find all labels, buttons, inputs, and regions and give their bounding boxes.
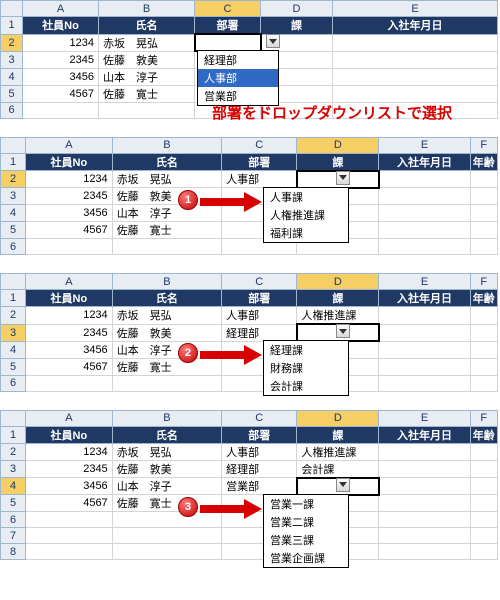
hdr-no: 社員No — [23, 17, 99, 35]
step-badge-3: 3 — [178, 497, 198, 517]
dd-opt[interactable]: 経理部 — [198, 51, 278, 69]
panel-3: ABCDEF 1社員No氏名部署課入社年月日年齢 21234赤坂 晃弘人事部人権… — [0, 273, 500, 392]
row-4[interactable]: 4 — [1, 68, 23, 85]
dropdown-button[interactable] — [336, 478, 350, 492]
row-3[interactable]: 3 — [1, 51, 23, 68]
step-badge-2: 2 — [178, 343, 198, 363]
row-5[interactable]: 5 — [1, 85, 23, 102]
dd-opt[interactable]: 財務課 — [264, 359, 348, 377]
dd-opt[interactable]: 営業企画課 — [264, 549, 348, 567]
dropdown-list-ka[interactable]: 人事課 人権推進課 福利課 — [263, 187, 349, 243]
arrow-icon — [200, 192, 262, 212]
column-headers: A B C D E — [1, 1, 498, 17]
dd-opt[interactable]: 営業二課 — [264, 513, 348, 531]
panel-4: ABCDEF 1社員No氏名部署課入社年月日年齢 21234赤坂 晃弘人事部人権… — [0, 410, 500, 561]
hdr-name: 氏名 — [99, 17, 195, 35]
dd-opt-selected[interactable]: 人事部 — [198, 69, 278, 87]
grid-3: ABCDEF 1社員No氏名部署課入社年月日年齢 21234赤坂 晃弘人事部人権… — [0, 273, 498, 392]
header-row: 1 社員No 氏名 部署 課 入社年月日 — [1, 17, 498, 35]
col-E[interactable]: E — [333, 1, 498, 17]
hdr-date: 入社年月日 — [333, 17, 498, 35]
dd-opt[interactable]: 営業一課 — [264, 495, 348, 513]
dept-cell[interactable]: 人事部 — [222, 171, 297, 188]
hdr-ka: 課 — [261, 17, 333, 35]
annotation-text: 部署をドロップダウンリストで選択 — [212, 102, 452, 123]
dropdown-button[interactable] — [336, 171, 350, 185]
dropdown-button[interactable] — [266, 34, 280, 48]
panel-2: ABCDEF 1社員No氏名部署課入社年月日年齢 21234赤坂 晃弘人事部 3… — [0, 137, 500, 256]
col-B[interactable]: B — [99, 1, 195, 17]
dropdown-list-ka[interactable]: 営業一課 営業二課 営業三課 営業企画課 — [263, 494, 349, 568]
emp-name[interactable]: 赤坂 晃弘 — [99, 34, 195, 51]
step-badge-1: 1 — [178, 190, 198, 210]
col-D[interactable]: D — [261, 1, 333, 17]
dd-opt[interactable]: 営業三課 — [264, 531, 348, 549]
dept-cell-dropdown[interactable] — [195, 34, 261, 51]
row-1[interactable]: 1 — [1, 17, 23, 35]
dd-opt[interactable]: 福利課 — [264, 224, 348, 242]
row-2[interactable]: 2 — [1, 34, 23, 51]
col-C[interactable]: C — [195, 1, 261, 17]
hdr-dept: 部署 — [195, 17, 261, 35]
dd-opt[interactable]: 人権推進課 — [264, 206, 348, 224]
dd-opt[interactable]: 人事課 — [264, 188, 348, 206]
emp-no[interactable]: 1234 — [23, 34, 99, 51]
arrow-icon — [200, 499, 262, 519]
dd-opt[interactable]: 経理課 — [264, 341, 348, 359]
panel-1: A B C D E 1 社員No 氏名 部署 課 入社年月日 21234赤坂 晃… — [0, 0, 500, 119]
arrow-icon — [200, 345, 262, 365]
dropdown-list-dept[interactable]: 経理部 人事部 営業部 — [197, 50, 279, 106]
dropdown-list-ka[interactable]: 経理課 財務課 会計課 — [263, 340, 349, 396]
corner[interactable] — [1, 1, 23, 17]
dropdown-button[interactable] — [336, 324, 350, 338]
dd-opt[interactable]: 会計課 — [264, 377, 348, 395]
col-A[interactable]: A — [23, 1, 99, 17]
grid-4: ABCDEF 1社員No氏名部署課入社年月日年齢 21234赤坂 晃弘人事部人権… — [0, 410, 498, 561]
row-6[interactable]: 6 — [1, 102, 23, 118]
